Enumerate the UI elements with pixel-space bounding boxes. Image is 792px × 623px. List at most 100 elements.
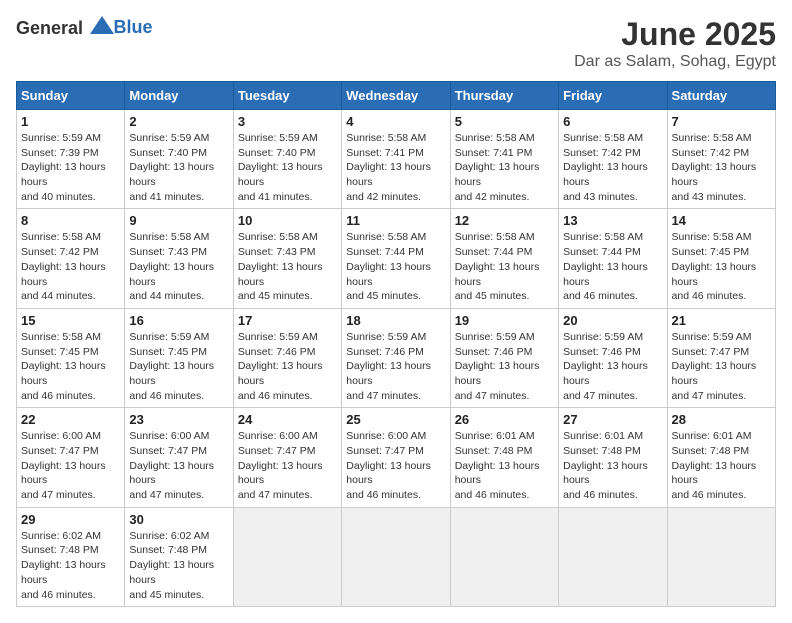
weekday-header: Friday [559,82,667,110]
day-number: 14 [672,213,771,228]
calendar-day-cell: 4 Sunrise: 5:58 AMSunset: 7:41 PMDayligh… [342,110,450,209]
calendar-day-cell: 23 Sunrise: 6:00 AMSunset: 7:47 PMDaylig… [125,408,233,507]
day-info: Sunrise: 5:58 AMSunset: 7:42 PMDaylight:… [21,230,120,303]
day-number: 6 [563,114,662,129]
day-number: 11 [346,213,445,228]
day-number: 28 [672,412,771,427]
day-number: 2 [129,114,228,129]
weekday-header: Tuesday [233,82,341,110]
day-number: 3 [238,114,337,129]
calendar-day-cell: 22 Sunrise: 6:00 AMSunset: 7:47 PMDaylig… [17,408,125,507]
calendar-day-cell: 27 Sunrise: 6:01 AMSunset: 7:48 PMDaylig… [559,408,667,507]
day-info: Sunrise: 5:58 AMSunset: 7:42 PMDaylight:… [563,131,662,204]
calendar-day-cell: 6 Sunrise: 5:58 AMSunset: 7:42 PMDayligh… [559,110,667,209]
calendar-day-cell: 21 Sunrise: 5:59 AMSunset: 7:47 PMDaylig… [667,308,775,407]
day-info: Sunrise: 5:58 AMSunset: 7:44 PMDaylight:… [455,230,554,303]
day-info: Sunrise: 5:59 AMSunset: 7:46 PMDaylight:… [455,330,554,403]
calendar-week-row: 29 Sunrise: 6:02 AMSunset: 7:48 PMDaylig… [17,507,776,606]
calendar-day-cell: 25 Sunrise: 6:00 AMSunset: 7:47 PMDaylig… [342,408,450,507]
day-number: 19 [455,313,554,328]
day-number: 25 [346,412,445,427]
day-number: 22 [21,412,120,427]
calendar-week-row: 8 Sunrise: 5:58 AMSunset: 7:42 PMDayligh… [17,209,776,308]
calendar-day-cell: 29 Sunrise: 6:02 AMSunset: 7:48 PMDaylig… [17,507,125,606]
logo-general: General [16,18,83,38]
logo-blue: Blue [114,17,153,38]
day-number: 16 [129,313,228,328]
day-info: Sunrise: 5:58 AMSunset: 7:44 PMDaylight:… [346,230,445,303]
calendar-day-cell [559,507,667,606]
calendar-day-cell: 5 Sunrise: 5:58 AMSunset: 7:41 PMDayligh… [450,110,558,209]
calendar-day-cell: 30 Sunrise: 6:02 AMSunset: 7:48 PMDaylig… [125,507,233,606]
calendar-day-cell: 7 Sunrise: 5:58 AMSunset: 7:42 PMDayligh… [667,110,775,209]
calendar-day-cell: 9 Sunrise: 5:58 AMSunset: 7:43 PMDayligh… [125,209,233,308]
weekday-header: Thursday [450,82,558,110]
calendar-day-cell: 13 Sunrise: 5:58 AMSunset: 7:44 PMDaylig… [559,209,667,308]
day-number: 8 [21,213,120,228]
day-number: 13 [563,213,662,228]
day-number: 1 [21,114,120,129]
title-area: June 2025 Dar as Salam, Sohag, Egypt [574,16,776,71]
day-number: 17 [238,313,337,328]
calendar-day-cell [450,507,558,606]
weekday-header: Wednesday [342,82,450,110]
day-number: 23 [129,412,228,427]
page-header: General Blue June 2025 Dar as Salam, Soh… [16,16,776,71]
calendar-day-cell: 14 Sunrise: 5:58 AMSunset: 7:45 PMDaylig… [667,209,775,308]
calendar-table: SundayMondayTuesdayWednesdayThursdayFrid… [16,81,776,607]
calendar-day-cell [667,507,775,606]
day-number: 18 [346,313,445,328]
day-number: 20 [563,313,662,328]
day-info: Sunrise: 5:59 AMSunset: 7:46 PMDaylight:… [563,330,662,403]
calendar-day-cell [342,507,450,606]
calendar-day-cell [233,507,341,606]
day-info: Sunrise: 5:59 AMSunset: 7:40 PMDaylight:… [238,131,337,204]
day-number: 10 [238,213,337,228]
day-info: Sunrise: 6:02 AMSunset: 7:48 PMDaylight:… [21,529,120,602]
day-number: 7 [672,114,771,129]
day-info: Sunrise: 5:59 AMSunset: 7:47 PMDaylight:… [672,330,771,403]
calendar-week-row: 22 Sunrise: 6:00 AMSunset: 7:47 PMDaylig… [17,408,776,507]
calendar-day-cell: 10 Sunrise: 5:58 AMSunset: 7:43 PMDaylig… [233,209,341,308]
day-info: Sunrise: 6:00 AMSunset: 7:47 PMDaylight:… [129,429,228,502]
day-info: Sunrise: 5:58 AMSunset: 7:43 PMDaylight:… [129,230,228,303]
calendar-week-row: 15 Sunrise: 5:58 AMSunset: 7:45 PMDaylig… [17,308,776,407]
day-number: 21 [672,313,771,328]
calendar-day-cell: 18 Sunrise: 5:59 AMSunset: 7:46 PMDaylig… [342,308,450,407]
day-info: Sunrise: 6:00 AMSunset: 7:47 PMDaylight:… [21,429,120,502]
calendar-day-cell: 8 Sunrise: 5:58 AMSunset: 7:42 PMDayligh… [17,209,125,308]
day-info: Sunrise: 5:58 AMSunset: 7:45 PMDaylight:… [21,330,120,403]
calendar-day-cell: 3 Sunrise: 5:59 AMSunset: 7:40 PMDayligh… [233,110,341,209]
day-info: Sunrise: 5:58 AMSunset: 7:43 PMDaylight:… [238,230,337,303]
day-number: 26 [455,412,554,427]
calendar-day-cell: 20 Sunrise: 5:59 AMSunset: 7:46 PMDaylig… [559,308,667,407]
weekday-header: Saturday [667,82,775,110]
day-info: Sunrise: 5:58 AMSunset: 7:44 PMDaylight:… [563,230,662,303]
day-number: 9 [129,213,228,228]
calendar-day-cell: 16 Sunrise: 5:59 AMSunset: 7:45 PMDaylig… [125,308,233,407]
calendar-day-cell: 12 Sunrise: 5:58 AMSunset: 7:44 PMDaylig… [450,209,558,308]
day-info: Sunrise: 6:01 AMSunset: 7:48 PMDaylight:… [455,429,554,502]
day-info: Sunrise: 5:59 AMSunset: 7:46 PMDaylight:… [346,330,445,403]
calendar-day-cell: 24 Sunrise: 6:00 AMSunset: 7:47 PMDaylig… [233,408,341,507]
calendar-day-cell: 28 Sunrise: 6:01 AMSunset: 7:48 PMDaylig… [667,408,775,507]
location-title: Dar as Salam, Sohag, Egypt [574,53,776,71]
weekday-header: Monday [125,82,233,110]
day-number: 30 [129,512,228,527]
calendar-day-cell: 2 Sunrise: 5:59 AMSunset: 7:40 PMDayligh… [125,110,233,209]
month-title: June 2025 [574,16,776,53]
day-number: 29 [21,512,120,527]
day-info: Sunrise: 5:58 AMSunset: 7:45 PMDaylight:… [672,230,771,303]
day-info: Sunrise: 6:01 AMSunset: 7:48 PMDaylight:… [672,429,771,502]
calendar-header-row: SundayMondayTuesdayWednesdayThursdayFrid… [17,82,776,110]
calendar-week-row: 1 Sunrise: 5:59 AMSunset: 7:39 PMDayligh… [17,110,776,209]
weekday-header: Sunday [17,82,125,110]
day-number: 24 [238,412,337,427]
day-number: 27 [563,412,662,427]
day-info: Sunrise: 5:59 AMSunset: 7:46 PMDaylight:… [238,330,337,403]
day-info: Sunrise: 5:58 AMSunset: 7:42 PMDaylight:… [672,131,771,204]
calendar-day-cell: 19 Sunrise: 5:59 AMSunset: 7:46 PMDaylig… [450,308,558,407]
calendar-day-cell: 1 Sunrise: 5:59 AMSunset: 7:39 PMDayligh… [17,110,125,209]
logo-icon [90,16,114,34]
day-info: Sunrise: 5:59 AMSunset: 7:40 PMDaylight:… [129,131,228,204]
